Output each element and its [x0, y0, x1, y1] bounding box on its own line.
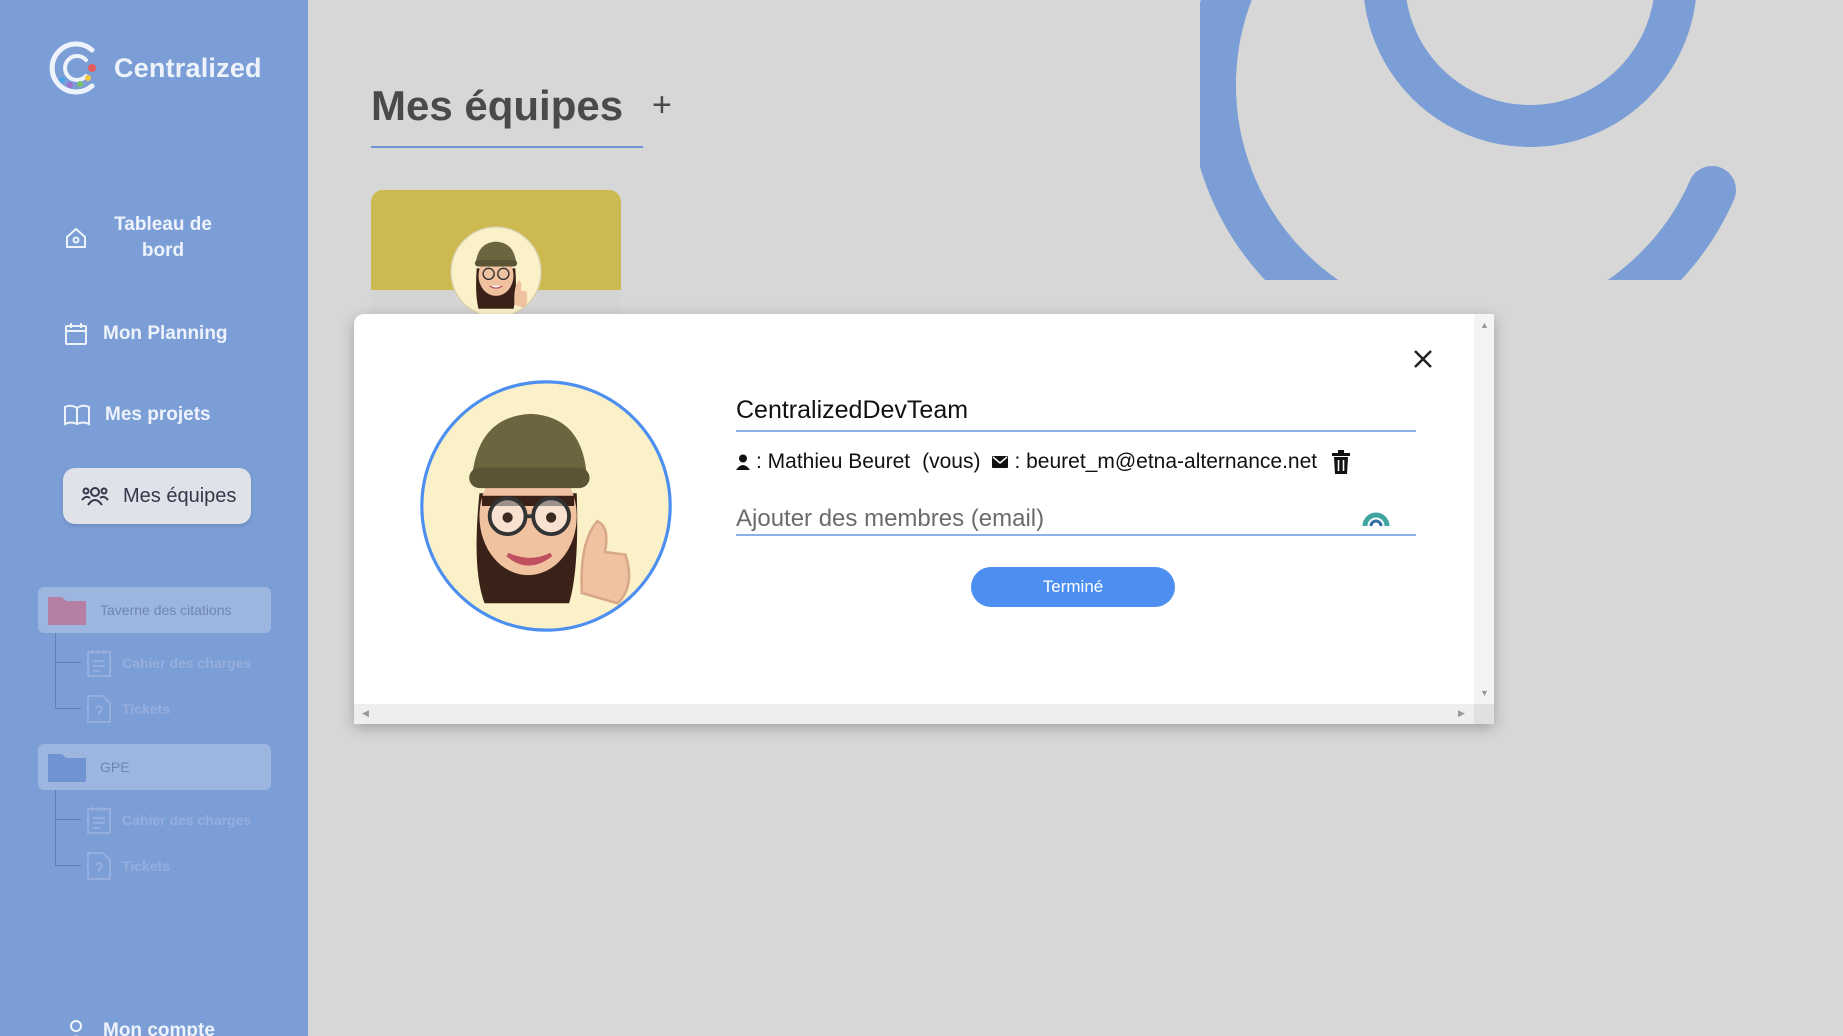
remove-member-button[interactable]: [1331, 450, 1351, 474]
nav-label: Mes projets: [105, 404, 211, 425]
scroll-down-icon[interactable]: ▼: [1480, 688, 1489, 698]
scroll-up-icon[interactable]: ▲: [1480, 320, 1489, 330]
project-taverne-des-citations[interactable]: Taverne des citations: [38, 587, 271, 633]
page-title: Mes équipes: [371, 82, 624, 129]
home-icon: [63, 225, 89, 251]
folder-icon: [48, 754, 86, 782]
nav-label: Tableau de bord: [114, 214, 212, 261]
team-icon: [81, 483, 109, 509]
project-child-label: Tickets: [122, 858, 170, 874]
add-member-underline: [736, 534, 1416, 536]
book-icon: [63, 402, 91, 428]
calendar-icon: [63, 321, 89, 347]
app-logo[interactable]: Centralized: [48, 36, 262, 100]
tree-connector: [55, 790, 56, 866]
user-icon: [63, 1018, 89, 1036]
nav-mes-projets[interactable]: Mes projets: [63, 402, 211, 428]
scroll-right-icon[interactable]: ▶: [1458, 708, 1465, 719]
project-child-tickets[interactable]: Tickets: [86, 851, 170, 881]
team-name-field[interactable]: CentralizedDevTeam: [736, 396, 968, 425]
trash-icon: [1332, 450, 1351, 474]
team-name-underline: [736, 430, 1416, 432]
team-avatar: [450, 226, 542, 318]
project-name: GPE: [100, 759, 130, 775]
add-team-button[interactable]: +: [652, 86, 672, 125]
member-you-tag: (vous): [922, 450, 981, 473]
mail-icon: [992, 456, 1009, 468]
tree-connector: [55, 819, 81, 820]
tree-connector: [55, 662, 81, 663]
close-icon: [1414, 350, 1432, 368]
horizontal-scrollbar[interactable]: ◀ ▶: [354, 704, 1494, 724]
tree-connector: [55, 633, 56, 709]
project-child-label: Cahier des charges: [122, 812, 252, 828]
nav-mon-compte[interactable]: Mon compte: [63, 1018, 215, 1036]
nav-mes-equipes[interactable]: Mes équipes: [63, 468, 251, 524]
nav-label: Mon Planning: [103, 323, 228, 344]
background-logo-decoration: [1200, 0, 1736, 280]
sidebar: Centralized Tableau de bord Mon Planning…: [0, 0, 308, 1036]
folder-icon: [48, 597, 86, 625]
centralized-logo-icon: [49, 41, 96, 95]
scrollbar-corner: [1474, 704, 1494, 724]
project-name: Taverne des citations: [100, 602, 232, 618]
user-icon: [736, 454, 750, 470]
document-icon: [87, 807, 111, 834]
close-button[interactable]: [1412, 348, 1434, 375]
project-child-tickets[interactable]: Tickets: [86, 694, 170, 724]
project-child-cahier-des-charges[interactable]: Cahier des charges: [86, 805, 251, 835]
project-child-label: Tickets: [122, 701, 170, 717]
ticket-icon: [87, 852, 111, 880]
title-underline: [371, 146, 643, 148]
project-gpe[interactable]: GPE: [38, 744, 271, 790]
team-avatar-large[interactable]: [418, 378, 674, 634]
app-name: Centralized: [114, 52, 262, 83]
done-button[interactable]: Terminé: [971, 567, 1175, 607]
member-email: : beuret_m@etna-alternance.net: [1014, 450, 1318, 473]
team-edit-modal: CentralizedDevTeam : Mathieu Beuret (vou…: [354, 314, 1494, 724]
member-name: : Mathieu Beuret: [756, 450, 911, 473]
nav-tableau-de-bord[interactable]: Tableau de bord: [63, 212, 223, 264]
tree-connector: [55, 865, 81, 866]
vertical-scrollbar[interactable]: ▲ ▼: [1474, 314, 1494, 704]
project-child-cahier-des-charges[interactable]: Cahier des charges: [86, 648, 251, 678]
nav-label: Mes équipes: [123, 484, 237, 507]
project-child-label: Cahier des charges: [122, 655, 252, 671]
ticket-icon: [87, 695, 111, 723]
document-icon: [87, 650, 111, 677]
loading-spinner-icon: [1362, 512, 1390, 527]
scroll-left-icon[interactable]: ◀: [362, 708, 369, 719]
nav-label: Mon compte: [103, 1020, 215, 1036]
team-card[interactable]: [371, 190, 621, 320]
member-row: : Mathieu Beuret (vous) : beuret_m@etna-…: [736, 450, 1351, 474]
nav-mon-planning[interactable]: Mon Planning: [63, 321, 228, 347]
tree-connector: [55, 708, 81, 709]
